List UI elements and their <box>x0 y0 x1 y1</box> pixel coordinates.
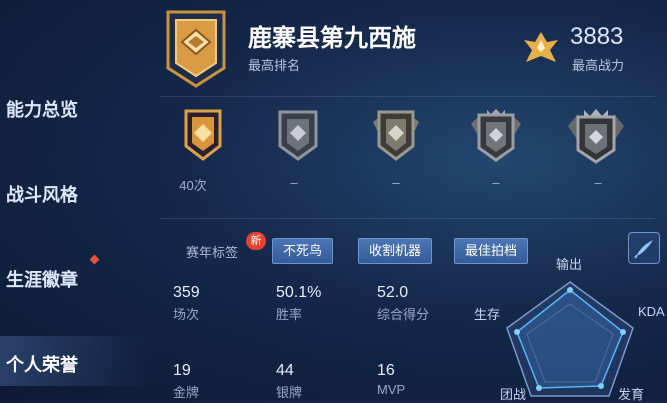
radar-label-kda: KDA <box>638 304 665 319</box>
divider <box>160 96 655 97</box>
stat-silver-label: 银牌 <box>276 385 303 400</box>
rank-count-gold: 40次 <box>179 178 207 193</box>
highest-rank-label: 最高排名 <box>248 58 301 73</box>
new-badge: 新 <box>246 232 266 250</box>
combat-power-label: 最高战力 <box>572 58 625 73</box>
stat-winrate-label: 胜率 <box>276 307 303 322</box>
gold-shield-icon <box>184 109 222 161</box>
nav-item-ability-overview[interactable]: 能力总览 <box>0 96 156 122</box>
season-tag-label: 赛年标签 <box>186 245 239 260</box>
rank-count-silver-1: – <box>290 175 298 190</box>
stat-score-value: 52.0 <box>377 284 409 301</box>
silver-winged-shield-icon <box>373 110 419 161</box>
rank-emblem-silver-1[interactable] <box>268 108 328 168</box>
radar-label-develop: 发育 <box>618 387 645 402</box>
stat-mvp-value: 16 <box>377 362 395 379</box>
combat-power-icon <box>524 32 558 62</box>
rank-emblem-gold[interactable] <box>173 108 233 168</box>
stat-mvp-label: MVP <box>377 382 406 397</box>
rank-count-silver-2: – <box>392 175 400 190</box>
stat-matches-value: 359 <box>173 284 200 301</box>
silver-legend-shield-icon <box>568 109 624 164</box>
notification-dot <box>89 254 100 265</box>
stat-gold-label: 金牌 <box>173 385 200 400</box>
silver-crowned-shield-icon <box>471 109 521 162</box>
nav-item-battle-style[interactable]: 战斗风格 <box>0 181 156 207</box>
rank-count-silver-4: – <box>594 175 602 190</box>
stat-silver-value: 44 <box>276 362 294 379</box>
nav-item-personal-honor[interactable]: 个人荣誉 <box>0 351 156 377</box>
nav-item-career-badges[interactable]: 生涯徽章 <box>0 266 156 292</box>
season-tag-1[interactable]: 不死鸟 <box>272 238 334 264</box>
radar-label-output: 输出 <box>556 257 583 272</box>
radar-label-team: 团战 <box>500 387 527 402</box>
share-button[interactable] <box>628 232 660 264</box>
season-tag-3[interactable]: 最佳拍档 <box>454 238 529 264</box>
rank-emblem-silver-2[interactable] <box>366 108 426 168</box>
season-tag-2[interactable]: 收割机器 <box>358 238 433 264</box>
stat-gold-value: 19 <box>173 362 191 379</box>
ability-radar-chart <box>506 281 634 397</box>
stat-winrate-value: 50.1% <box>276 284 322 301</box>
silver-shield-icon <box>278 110 318 161</box>
radar-label-survive: 生存 <box>474 307 501 322</box>
stat-matches-label: 场次 <box>173 307 200 322</box>
rank-emblem-silver-4[interactable] <box>566 108 626 168</box>
divider <box>160 218 655 219</box>
rank-count-silver-3: – <box>492 175 500 190</box>
player-name: 鹿寨县第九西施 <box>248 25 416 52</box>
combat-power-value: 3883 <box>570 23 624 50</box>
top-rank-emblem-icon <box>166 10 226 88</box>
rank-emblem-silver-3[interactable] <box>466 108 526 168</box>
feather-icon <box>634 240 653 259</box>
stat-score-label: 综合得分 <box>377 307 430 322</box>
